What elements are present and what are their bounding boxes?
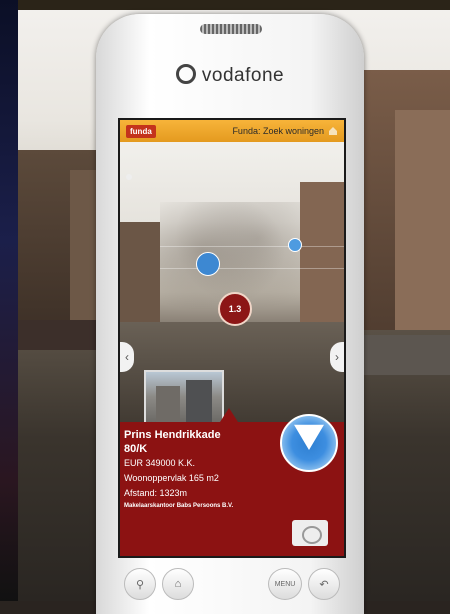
- app-header: funda Funda: Zoek woningen: [120, 120, 344, 142]
- home-button[interactable]: ⌂: [162, 568, 194, 600]
- listing-price: EUR 349000 K.K.: [124, 458, 196, 468]
- background-quay-right: [360, 335, 450, 375]
- app-title: Funda: Zoek woningen: [232, 126, 324, 136]
- operator-name: vodafone: [201, 65, 285, 86]
- speaker-grille: [200, 24, 262, 34]
- listing-area: Woonoppervlak 165 m2: [124, 473, 219, 483]
- listing-details: Prins Hendrikkade 80/K EUR 349000 K.K. W…: [124, 428, 284, 509]
- listing-agent: Makelaarskantoor Babs Persoons B.V.: [124, 503, 234, 509]
- thumbnail-building: [186, 380, 212, 426]
- back-arrow-icon: ↶: [319, 578, 329, 591]
- menu-button[interactable]: MENU: [268, 568, 302, 600]
- compass-radar-icon[interactable]: [280, 414, 338, 472]
- map-button[interactable]: [292, 520, 328, 546]
- poi-distance-label: 1.3: [228, 304, 242, 314]
- hardware-button-row: ⚲ ⌂ MENU ↶: [96, 566, 364, 606]
- funda-logo: funda: [126, 124, 156, 138]
- house-icon: [329, 127, 337, 135]
- menu-label: MENU: [274, 580, 296, 588]
- thumbnail-building: [156, 386, 180, 426]
- info-panel-pointer: [220, 408, 238, 422]
- home-icon: ⌂: [174, 578, 182, 590]
- search-icon: ⚲: [135, 578, 145, 591]
- ar-camera-view[interactable]: 1.3 ‹ ›: [120, 142, 344, 436]
- poi-marker-selected[interactable]: 1.3: [218, 292, 252, 326]
- listing-street: Prins Hendrikkade: [124, 429, 221, 441]
- background-top-strip: [0, 0, 450, 10]
- next-arrow-button[interactable]: ›: [330, 342, 344, 372]
- background-quay-left: [18, 320, 98, 350]
- vodafone-logo-icon: [175, 64, 196, 84]
- radar-view-cone: [294, 424, 324, 450]
- status-dot-icon: [126, 174, 132, 180]
- phone-screen: funda Funda: Zoek woningen 1.3 ‹ › Prins…: [118, 118, 346, 558]
- ar-grid-line: [160, 246, 344, 247]
- back-button[interactable]: ↶: [308, 568, 340, 600]
- crosshair-icon: [302, 526, 322, 544]
- poi-marker-near[interactable]: [196, 252, 220, 276]
- phone-device: vodafone funda Funda: Zoek woningen 1.3 …: [96, 14, 364, 614]
- ar-grid-line: [160, 268, 344, 269]
- search-button[interactable]: ⚲: [124, 568, 156, 600]
- poi-marker-far[interactable]: [288, 238, 302, 252]
- background-left-edge: [0, 0, 18, 601]
- listing-number: 80/K: [124, 443, 148, 455]
- operator-brand: vodafone: [96, 64, 364, 87]
- listing-distance: Afstand: 1323m: [124, 488, 188, 498]
